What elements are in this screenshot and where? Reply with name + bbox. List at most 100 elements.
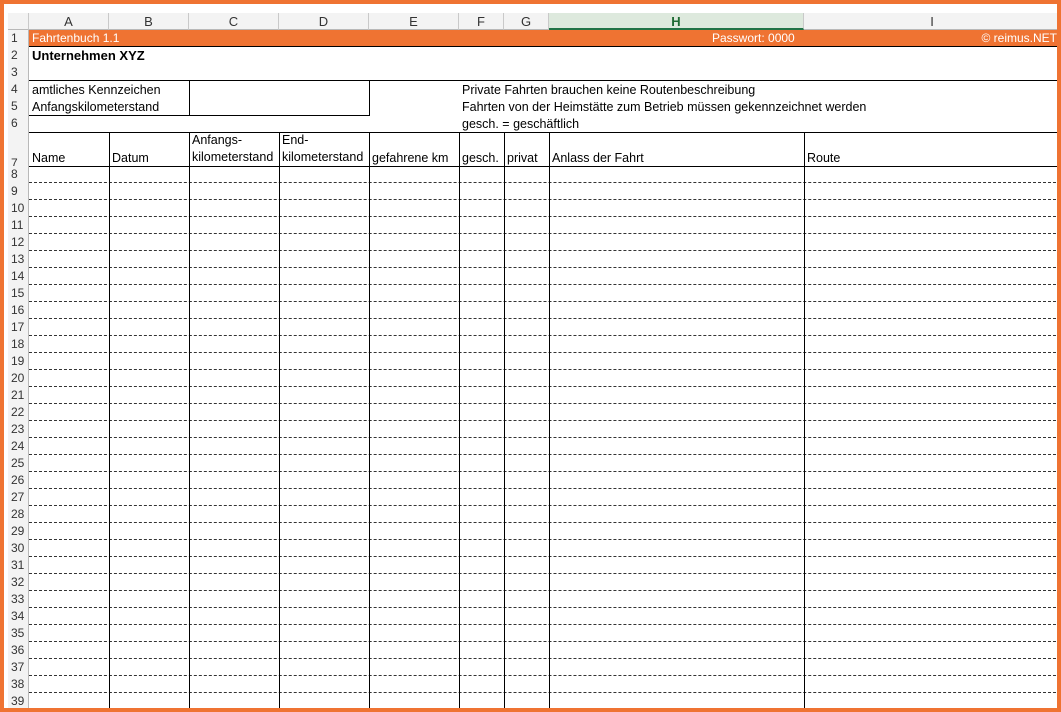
- table-row[interactable]: [29, 641, 1057, 642]
- table-row[interactable]: [29, 437, 1057, 438]
- table-row[interactable]: [29, 454, 1057, 455]
- row-header-12[interactable]: 12: [8, 234, 29, 251]
- table-row[interactable]: [29, 182, 1057, 183]
- row-header-36[interactable]: 36: [8, 642, 29, 659]
- column-header-e[interactable]: E: [369, 13, 459, 30]
- table-row[interactable]: [29, 505, 1057, 506]
- table-row[interactable]: [29, 352, 1057, 353]
- start-km-label: Anfangskilometerstand: [32, 100, 160, 114]
- row-header-20[interactable]: 20: [8, 370, 29, 387]
- column-border: [504, 132, 505, 708]
- plate-input-cell[interactable]: [190, 81, 369, 98]
- table-row[interactable]: [29, 216, 1057, 217]
- table-row[interactable]: [29, 403, 1057, 404]
- table-row[interactable]: [29, 233, 1057, 234]
- row-header-22[interactable]: 22: [8, 404, 29, 421]
- row-header-39[interactable]: 39: [8, 693, 29, 708]
- table-row[interactable]: [29, 199, 1057, 200]
- table-row[interactable]: [29, 335, 1057, 336]
- row-header-37[interactable]: 37: [8, 659, 29, 676]
- row-header-2[interactable]: 2: [8, 47, 29, 64]
- header-datum: Datum: [112, 151, 149, 165]
- row-header-32[interactable]: 32: [8, 574, 29, 591]
- start-km-input-cell[interactable]: [190, 98, 369, 115]
- row-header-26[interactable]: 26: [8, 472, 29, 489]
- header-privat: privat: [507, 151, 538, 165]
- banner-copyright: © reimus.NET: [981, 31, 1057, 45]
- row-header-23[interactable]: 23: [8, 421, 29, 438]
- row-header-15[interactable]: 15: [8, 285, 29, 302]
- row-header-35[interactable]: 35: [8, 625, 29, 642]
- row-header-1[interactable]: 1: [8, 30, 29, 47]
- row-header-7[interactable]: 7: [8, 132, 29, 166]
- column-border: [549, 132, 550, 708]
- table-row[interactable]: [29, 607, 1057, 608]
- table-row[interactable]: [29, 488, 1057, 489]
- table-row[interactable]: [29, 590, 1057, 591]
- table-row[interactable]: [29, 522, 1057, 523]
- row-header-16[interactable]: 16: [8, 302, 29, 319]
- column-border: [459, 132, 460, 708]
- row-header-33[interactable]: 33: [8, 591, 29, 608]
- row-header-14[interactable]: 14: [8, 268, 29, 285]
- row-header-31[interactable]: 31: [8, 557, 29, 574]
- column-header-c[interactable]: C: [189, 13, 279, 30]
- table-row[interactable]: [29, 471, 1057, 472]
- column-header-b[interactable]: B: [109, 13, 189, 30]
- row-header-28[interactable]: 28: [8, 506, 29, 523]
- header-end-1: End-: [282, 133, 309, 147]
- row-header-38[interactable]: 38: [8, 676, 29, 693]
- column-border: [279, 132, 280, 708]
- row-header-24[interactable]: 24: [8, 438, 29, 455]
- table-row[interactable]: [29, 658, 1057, 659]
- column-border: [109, 132, 110, 708]
- row-header-27[interactable]: 27: [8, 489, 29, 506]
- row-header-34[interactable]: 34: [8, 608, 29, 625]
- row-header-11[interactable]: 11: [8, 217, 29, 234]
- table-row[interactable]: [29, 556, 1057, 557]
- company-name[interactable]: Unternehmen XYZ: [32, 48, 145, 63]
- table-row[interactable]: [29, 539, 1057, 540]
- row-header-6[interactable]: 6: [8, 115, 29, 132]
- table-row[interactable]: [29, 267, 1057, 268]
- table-row[interactable]: [29, 420, 1057, 421]
- row-header-10[interactable]: 10: [8, 200, 29, 217]
- table-row[interactable]: [29, 624, 1057, 625]
- row-header-13[interactable]: 13: [8, 251, 29, 268]
- table-row[interactable]: [29, 369, 1057, 370]
- row-header-8[interactable]: 8: [8, 166, 29, 183]
- banner-title: Fahrtenbuch 1.1: [32, 31, 120, 45]
- table-row[interactable]: [29, 386, 1057, 387]
- row-header-5[interactable]: 5: [8, 98, 29, 115]
- row-header-9[interactable]: 9: [8, 183, 29, 200]
- row-header-17[interactable]: 17: [8, 319, 29, 336]
- column-header-g[interactable]: G: [504, 13, 549, 30]
- table-row[interactable]: [29, 573, 1057, 574]
- border-line: [29, 166, 1057, 167]
- row-header-4[interactable]: 4: [8, 81, 29, 98]
- table-row[interactable]: [29, 284, 1057, 285]
- row-header-19[interactable]: 19: [8, 353, 29, 370]
- column-header-i[interactable]: I: [804, 13, 1057, 30]
- border-line: [189, 81, 190, 116]
- table-row[interactable]: [29, 250, 1057, 251]
- header-km: gefahrene km: [372, 151, 449, 165]
- row-header-18[interactable]: 18: [8, 336, 29, 353]
- row-header-30[interactable]: 30: [8, 540, 29, 557]
- table-row[interactable]: [29, 301, 1057, 302]
- row-header-3[interactable]: 3: [8, 64, 29, 81]
- table-row[interactable]: [29, 692, 1057, 693]
- column-header-f[interactable]: F: [459, 13, 504, 30]
- column-header-d[interactable]: D: [279, 13, 369, 30]
- note-private: Private Fahrten brauchen keine Routenbes…: [462, 83, 756, 97]
- table-row[interactable]: [29, 318, 1057, 319]
- column-header-h[interactable]: H: [549, 13, 804, 30]
- row-header-21[interactable]: 21: [8, 387, 29, 404]
- row-header-29[interactable]: 29: [8, 523, 29, 540]
- title-banner: Fahrtenbuch 1.1 Passwort: 0000 © reimus.…: [29, 30, 1057, 47]
- table-row[interactable]: [29, 675, 1057, 676]
- select-all-corner[interactable]: [8, 13, 29, 30]
- table-row[interactable]: [29, 709, 1061, 710]
- row-header-25[interactable]: 25: [8, 455, 29, 472]
- column-header-a[interactable]: A: [29, 13, 109, 30]
